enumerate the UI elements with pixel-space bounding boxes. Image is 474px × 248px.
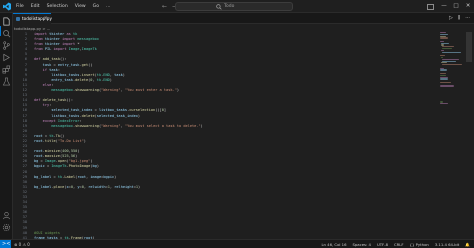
vertical-scrollbar[interactable] — [466, 32, 472, 62]
run-debug-icon[interactable] — [2, 53, 11, 62]
command-center-search[interactable]: Todo — [175, 2, 293, 11]
minimap-line — [440, 74, 446, 76]
active-indicator — [0, 26, 1, 36]
menu-more[interactable]: ... — [106, 0, 110, 13]
minimap-line — [442, 58, 460, 60]
minimap-line — [441, 56, 444, 59]
notifications-icon[interactable]: 🔔 — [465, 240, 470, 248]
line-number-gutter: 1 2 3 4 5 6 7 8 9 10 11 12 13 14 15 16 17 18 19 20 21 22 23 24 2… — [13, 32, 29, 241]
minimize-button[interactable]: — — [438, 0, 450, 13]
editor-actions: ▷ ⫼ ··· — [444, 13, 470, 23]
remote-icon: >< — [2, 241, 11, 247]
encoding[interactable]: UTF-8 — [377, 240, 388, 248]
more-actions-icon[interactable]: ··· — [465, 13, 470, 23]
account-icon[interactable] — [2, 211, 11, 220]
minimap-line — [441, 49, 444, 51]
minimap-line — [442, 51, 461, 53]
layout-icon[interactable] — [427, 3, 434, 10]
cursor-position[interactable]: Ln 46, Col 16 — [321, 240, 346, 248]
minimap-line — [440, 81, 451, 84]
title-bar: File Edit Selection View Go ... ← → Todo… — [0, 0, 474, 13]
language-mode[interactable]: {} Python — [410, 240, 429, 248]
split-editor-icon[interactable]: ⫼ — [458, 13, 460, 23]
breadcrumb[interactable]: todolistapp.py > ... — [14, 25, 50, 32]
menu-selection[interactable]: Selection — [47, 0, 68, 13]
minimap-line — [440, 85, 454, 87]
problems-indicator[interactable]: ⊗ 0 ⚠ 0 — [14, 240, 30, 248]
menu-go[interactable]: Go — [93, 0, 99, 13]
minimap-line — [440, 69, 447, 71]
minimap-line — [440, 78, 449, 80]
search-icon — [216, 4, 222, 10]
python-interpreter[interactable]: 3.11.4 64-bit — [435, 240, 459, 248]
settings-icon[interactable] — [2, 223, 11, 232]
menu-edit[interactable]: Edit — [31, 0, 40, 13]
minimap-line — [440, 40, 445, 43]
minimap-line — [440, 37, 449, 39]
status-bar: >< ⊗ 0 ⚠ 0 Ln 46, Col 16 Spaces: 4 UTF-8… — [0, 239, 474, 248]
minimap[interactable] — [440, 32, 463, 239]
activity-bar — [0, 13, 13, 239]
close-button[interactable]: ✕ — [462, 0, 474, 13]
tab-close-icon[interactable]: × — [44, 14, 48, 24]
remote-indicator[interactable]: >< — [0, 240, 11, 248]
search-icon[interactable] — [2, 29, 11, 38]
menu-bar: File Edit Selection View Go ... — [16, 0, 117, 13]
run-file-icon[interactable]: ▷ — [449, 13, 453, 23]
vscode-logo-icon — [3, 2, 11, 11]
minimap-line — [442, 64, 463, 66]
menu-view[interactable]: View — [75, 0, 86, 13]
code-area[interactable]: import tkinter as tk from tkinter import … — [34, 32, 434, 241]
python-file-icon — [16, 17, 20, 21]
minimap-line — [440, 33, 449, 35]
indentation[interactable]: Spaces: 4 — [352, 240, 370, 248]
minimap-line — [442, 48, 453, 50]
source-control-icon[interactable] — [2, 41, 11, 50]
tab-todolistapp[interactable]: todolistapp.py × — [13, 13, 52, 24]
code-editor[interactable]: 1 2 3 4 5 6 7 8 9 10 11 12 13 14 15 16 17 18 19 20 21 22 23 24 2… — [13, 32, 460, 241]
minimap-line — [440, 103, 448, 105]
maximize-button[interactable]: □ — [450, 0, 462, 13]
window-controls: — □ ✕ — [427, 0, 474, 13]
files-icon[interactable] — [2, 17, 11, 26]
search-placeholder: Todo — [224, 4, 235, 9]
line-ending[interactable]: CRLF — [394, 240, 404, 248]
editor-tabs: todolistapp.py × ▷ ⫼ ··· — [13, 13, 474, 24]
back-arrow-icon[interactable]: ← — [162, 3, 167, 10]
testing-icon[interactable] — [2, 77, 11, 86]
extensions-icon[interactable] — [2, 65, 11, 74]
status-right-items: Ln 46, Col 16 Spaces: 4 UTF-8 CRLF {} Py… — [315, 240, 470, 248]
minimap-line — [440, 72, 446, 75]
menu-file[interactable]: File — [16, 0, 24, 13]
